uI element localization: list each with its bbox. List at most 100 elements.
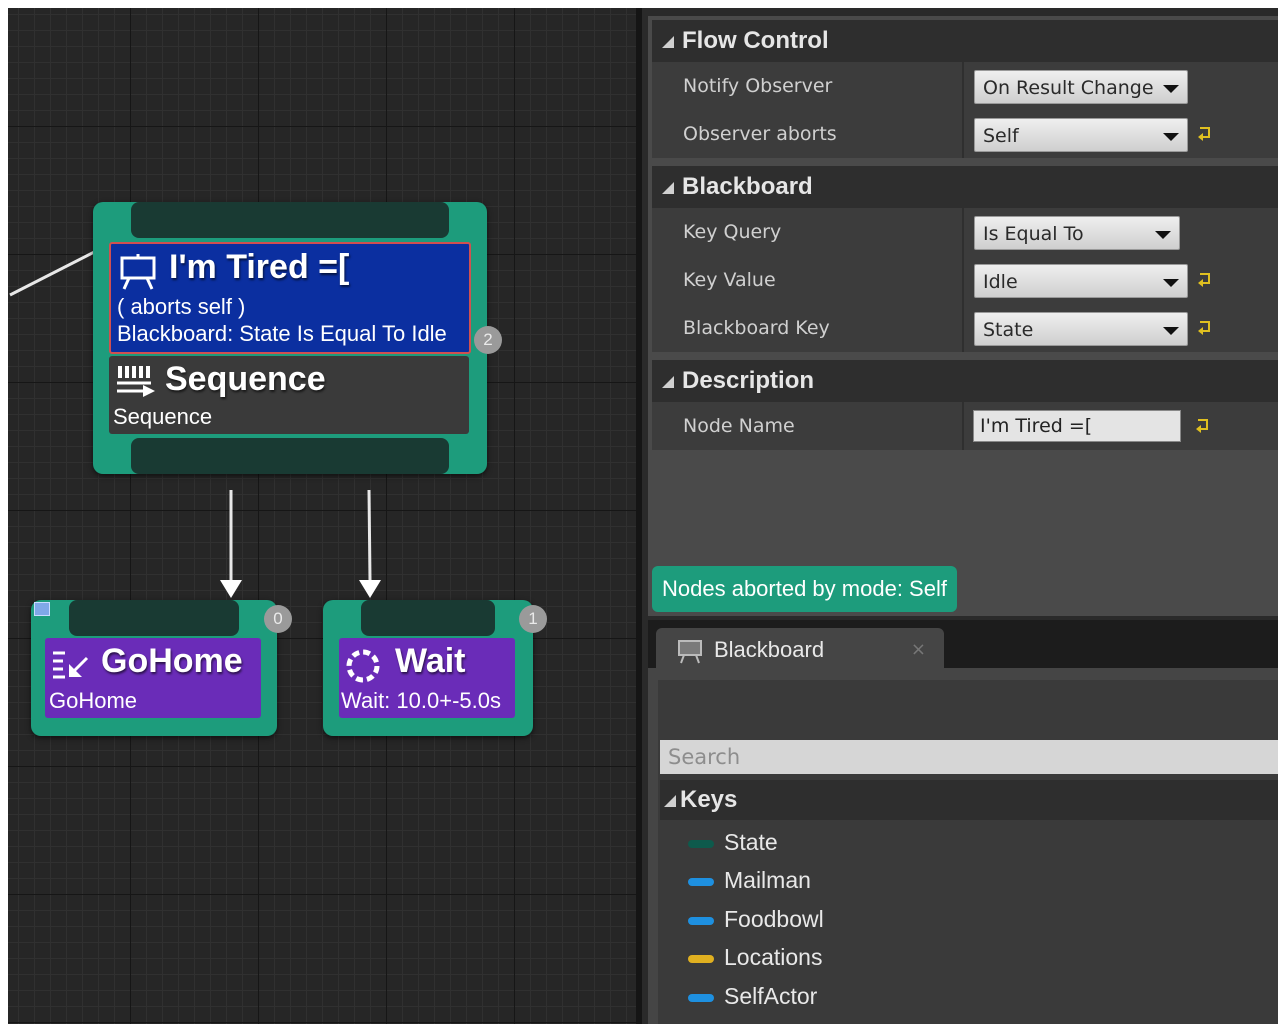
keys-category[interactable]: Keys: [660, 780, 1278, 820]
wait-task-node[interactable]: Wait Wait: 10.0+-5.0s: [323, 600, 533, 736]
sequence-composite[interactable]: Sequence Sequence: [109, 356, 469, 434]
details-content: Flow Control Notify Observer On Result C…: [648, 16, 1278, 616]
observer-aborts-label: Observer aborts: [683, 123, 837, 145]
notify-observer-dropdown[interactable]: On Result Change: [974, 70, 1188, 104]
notify-observer-label: Notify Observer: [683, 75, 833, 97]
key-value-value: Idle: [983, 271, 1018, 293]
search-input[interactable]: Search: [660, 740, 1278, 774]
input-pin[interactable]: [361, 600, 495, 636]
description-category[interactable]: Description: [652, 360, 1278, 402]
reset-to-default-icon[interactable]: [1196, 124, 1214, 142]
description-header: Description: [682, 367, 815, 394]
blackboard-header: Blackboard: [682, 173, 813, 200]
column-separator: [962, 62, 964, 110]
task-move-icon: [53, 651, 89, 679]
blackboard-key-row: Blackboard Key State: [652, 304, 1278, 352]
blackboard-key-item[interactable]: SelfActor: [688, 978, 817, 1014]
output-pin[interactable]: [131, 438, 449, 474]
input-pin[interactable]: [69, 600, 239, 636]
notify-observer-value: On Result Change: [983, 77, 1154, 99]
composite-subtitle: Sequence: [113, 404, 213, 429]
key-type-icon: [688, 839, 714, 848]
chevron-down-icon: [1155, 231, 1171, 239]
wait-icon: [346, 649, 380, 683]
blackboard-category[interactable]: Blackboard: [652, 166, 1278, 208]
column-separator: [962, 110, 964, 158]
input-pin[interactable]: [131, 202, 449, 238]
observer-aborts-value: Self: [983, 125, 1019, 147]
key-name: Mailman: [724, 867, 811, 893]
flow-control-header: Flow Control: [682, 27, 829, 54]
key-query-label: Key Query: [683, 221, 782, 243]
reset-to-default-icon[interactable]: [1196, 318, 1214, 336]
close-icon[interactable]: ×: [911, 628, 926, 672]
key-type-icon: [688, 877, 714, 886]
blackboard-key-item[interactable]: Mailman: [688, 862, 811, 898]
decorator-title: I'm Tired =[: [169, 248, 350, 286]
wait-index-badge: 1: [519, 605, 547, 633]
blackboard-key-item[interactable]: Foodbowl: [688, 901, 824, 937]
key-value-row: Key Value Idle: [652, 256, 1278, 304]
column-separator: [962, 402, 964, 450]
blackboard-key-dropdown[interactable]: State: [974, 312, 1188, 346]
decorator-index-badge: 2: [474, 326, 502, 354]
notify-observer-row: Notify Observer On Result Change: [652, 62, 1278, 110]
keys-header: Keys: [680, 786, 738, 813]
key-value-label: Key Value: [683, 269, 776, 291]
aborted-nodes-notice: Nodes aborted by mode: Self: [652, 566, 957, 612]
decorator-description: Blackboard: State Is Equal To Idle: [117, 321, 447, 346]
wait-title: Wait: [395, 642, 466, 680]
key-type-icon: [688, 993, 714, 1002]
reset-to-default-icon[interactable]: [1194, 416, 1212, 434]
gohome-task[interactable]: GoHome GoHome: [45, 638, 261, 718]
wait-task[interactable]: Wait Wait: 10.0+-5.0s: [339, 638, 515, 718]
key-name: SelfActor: [724, 983, 818, 1009]
key-query-dropdown[interactable]: Is Equal To: [974, 216, 1180, 250]
breakpoint-icon: [34, 602, 50, 616]
blackboard-decorator-icon: [120, 254, 156, 290]
decorator-aborts: ( aborts self ): [117, 294, 246, 319]
sequence-icon: [117, 366, 155, 397]
chevron-down-icon: [1163, 85, 1179, 93]
flow-control-category[interactable]: Flow Control: [652, 20, 1278, 62]
gohome-task-node[interactable]: GoHome GoHome: [31, 600, 277, 736]
key-type-icon: [688, 916, 714, 925]
blackboard-panel-body: Search Keys State Mailman Foodbowl Locat…: [658, 680, 1278, 1024]
gohome-subtitle: GoHome: [49, 688, 138, 713]
chevron-down-icon: [1163, 279, 1179, 287]
chevron-down-icon: [1163, 133, 1179, 141]
blackboard-key-value: State: [983, 319, 1034, 341]
column-separator: [962, 304, 964, 352]
key-value-dropdown[interactable]: Idle: [974, 264, 1188, 298]
node-name-label: Node Name: [683, 415, 795, 437]
graph-wires: [9, 236, 381, 598]
blackboard-decorator[interactable]: I'm Tired =[ ( aborts self ) Blackboard:…: [109, 242, 471, 354]
key-query-value: Is Equal To: [983, 223, 1084, 245]
chevron-down-icon: [1163, 327, 1179, 335]
reset-to-default-icon[interactable]: [1196, 270, 1214, 288]
key-query-row: Key Query Is Equal To: [652, 208, 1278, 256]
blackboard-key-label: Blackboard Key: [683, 317, 830, 339]
key-name: State: [724, 829, 778, 855]
gohome-index-badge: 0: [264, 605, 292, 633]
behavior-tree-graph[interactable]: I'm Tired =[ ( aborts self ) Blackboard:…: [8, 8, 636, 1024]
key-type-icon: [688, 954, 714, 963]
observer-aborts-row: Observer aborts Self: [652, 110, 1278, 158]
column-separator: [962, 256, 964, 304]
blackboard-key-item[interactable]: Locations: [688, 939, 822, 975]
observer-aborts-dropdown[interactable]: Self: [974, 118, 1188, 152]
panel-splitter[interactable]: [636, 8, 642, 1024]
key-name: Foodbowl: [724, 906, 824, 932]
sequence-node[interactable]: I'm Tired =[ ( aborts self ) Blackboard:…: [93, 202, 502, 474]
blackboard-icon: [678, 640, 702, 664]
wait-subtitle: Wait: 10.0+-5.0s: [341, 688, 501, 713]
blackboard-tab-label: Blackboard: [714, 637, 825, 662]
node-name-row: Node Name I'm Tired =[: [652, 402, 1278, 450]
node-name-input[interactable]: I'm Tired =[: [973, 410, 1181, 442]
gohome-title: GoHome: [101, 642, 243, 680]
blackboard-panel: Search Keys State Mailman Foodbowl Locat…: [648, 668, 1278, 1024]
key-name: Locations: [724, 944, 823, 970]
blackboard-key-item[interactable]: State: [688, 824, 778, 860]
composite-title: Sequence: [165, 360, 326, 398]
column-separator: [962, 208, 964, 256]
